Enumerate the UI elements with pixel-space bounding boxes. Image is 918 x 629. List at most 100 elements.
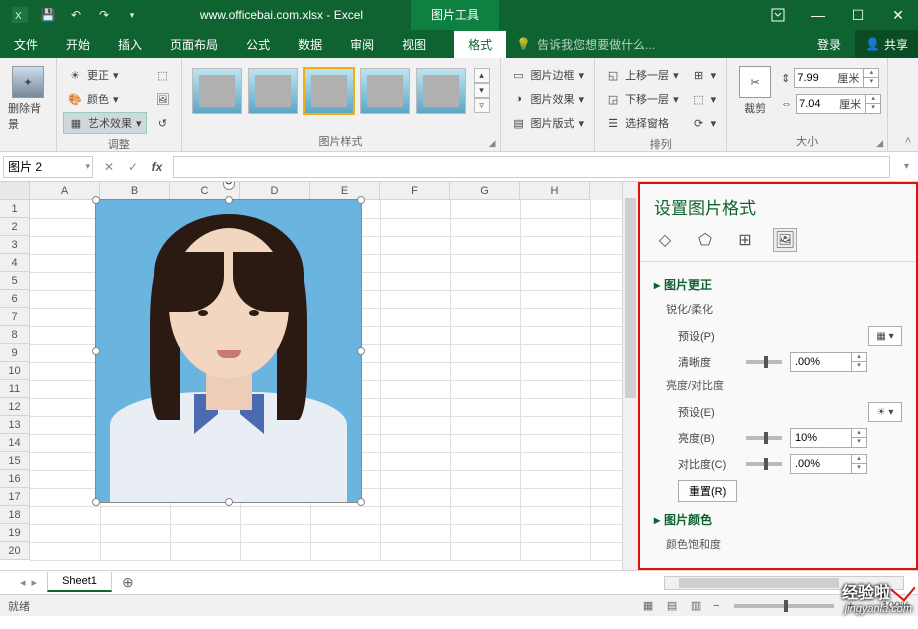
picture-layout-button[interactable]: ▤图片版式 ▾ xyxy=(507,112,589,134)
tab-formulas[interactable]: 公式 xyxy=(232,30,284,58)
add-sheet-button[interactable]: ⊕ xyxy=(112,574,144,591)
tab-format[interactable]: 格式 xyxy=(454,30,506,58)
crop-button[interactable]: ✂ 裁剪 xyxy=(733,64,777,118)
row-header[interactable]: 6 xyxy=(0,290,30,308)
col-H[interactable]: H xyxy=(520,182,590,200)
expand-formula-bar[interactable]: ▾ xyxy=(904,161,918,172)
tell-me[interactable]: 💡 告诉我您想要做什么... xyxy=(506,30,803,58)
restore-button[interactable]: ☐ xyxy=(838,0,878,30)
change-picture-button[interactable]: 🖼 xyxy=(151,88,175,110)
artistic-effects-button[interactable]: ▦艺术效果 ▾ xyxy=(63,112,147,134)
row-header[interactable]: 16 xyxy=(0,470,30,488)
qat-dropdown[interactable]: ▾ xyxy=(120,3,144,27)
row-header[interactable]: 13 xyxy=(0,416,30,434)
gallery-down[interactable]: ▾ xyxy=(474,83,490,98)
tab-file[interactable]: 文件 xyxy=(0,30,52,58)
contrast-slider[interactable] xyxy=(746,462,782,466)
name-box[interactable]: 图片 2▾ xyxy=(3,156,93,178)
fx-button[interactable]: fx xyxy=(145,160,169,174)
align-button[interactable]: ⊞▾ xyxy=(687,64,721,86)
contrast-spinner[interactable]: ▴▾ xyxy=(790,454,867,474)
col-G[interactable]: G xyxy=(450,182,520,200)
compress-button[interactable]: ⬚ xyxy=(151,64,175,86)
vertical-scrollbar[interactable] xyxy=(622,182,638,570)
view-normal-button[interactable]: ▦ xyxy=(637,597,659,615)
minimize-button[interactable]: — xyxy=(798,0,838,30)
row-header[interactable]: 18 xyxy=(0,506,30,524)
row-header[interactable]: 20 xyxy=(0,542,30,560)
zoom-slider[interactable] xyxy=(734,604,834,608)
row-header[interactable]: 3 xyxy=(0,236,30,254)
gallery-more[interactable]: ▿ xyxy=(474,98,490,113)
picture-style-gallery[interactable]: ▴ ▾ ▿ xyxy=(188,64,494,118)
sheet-nav-prev[interactable]: ◂ xyxy=(20,576,26,589)
tab-insert[interactable]: 插入 xyxy=(104,30,156,58)
bring-forward-button[interactable]: ◱上移一层 ▾ xyxy=(601,64,683,86)
col-F[interactable]: F xyxy=(380,182,450,200)
save-button[interactable]: 💾 xyxy=(36,3,60,27)
row-header[interactable]: 8 xyxy=(0,326,30,344)
sharpness-spinner[interactable]: ▴▾ xyxy=(790,352,867,372)
row-header[interactable]: 10 xyxy=(0,362,30,380)
row-header[interactable]: 19 xyxy=(0,524,30,542)
horizontal-scrollbar[interactable] xyxy=(144,576,918,590)
sheet-nav-next[interactable]: ▸ xyxy=(32,576,38,589)
zoom-in-button[interactable]: + xyxy=(842,600,860,612)
corrections-button[interactable]: ☀更正 ▾ xyxy=(63,64,147,86)
brightness-spinner[interactable]: ▴▾ xyxy=(790,428,867,448)
select-all-button[interactable] xyxy=(0,182,30,200)
resize-handle-se[interactable] xyxy=(357,498,365,506)
width-spinner[interactable]: 厘米▴▾ xyxy=(796,94,881,114)
tab-view[interactable]: 视图 xyxy=(388,30,440,58)
view-page-break-button[interactable]: ▥ xyxy=(685,597,707,615)
reset-button[interactable]: 重置(R) xyxy=(678,480,737,502)
selection-pane-button[interactable]: ☰选择窗格 xyxy=(601,112,683,134)
view-page-layout-button[interactable]: ▤ xyxy=(661,597,683,615)
col-B[interactable]: B xyxy=(100,182,170,200)
resize-handle-e[interactable] xyxy=(357,347,365,355)
tab-home[interactable]: 开始 xyxy=(52,30,104,58)
row-header[interactable]: 12 xyxy=(0,398,30,416)
fill-line-icon[interactable]: ◇ xyxy=(654,229,676,251)
row-header[interactable]: 14 xyxy=(0,434,30,452)
row-header[interactable]: 4 xyxy=(0,254,30,272)
preset-p-button[interactable]: ▦ ▾ xyxy=(868,326,902,346)
close-button[interactable]: ✕ xyxy=(878,0,918,30)
tab-page-layout[interactable]: 页面布局 xyxy=(156,30,232,58)
picture-border-button[interactable]: ▭图片边框 ▾ xyxy=(507,64,589,86)
resize-handle-w[interactable] xyxy=(92,347,100,355)
row-header[interactable]: 11 xyxy=(0,380,30,398)
formula-input[interactable] xyxy=(173,156,890,178)
col-D[interactable]: D xyxy=(240,182,310,200)
ribbon-options-button[interactable] xyxy=(758,0,798,30)
row-header[interactable]: 17 xyxy=(0,488,30,506)
brightness-slider[interactable] xyxy=(746,436,782,440)
style-thumb-1[interactable] xyxy=(192,68,242,114)
zoom-level[interactable]: 100% xyxy=(860,600,910,612)
col-A[interactable]: A xyxy=(30,182,100,200)
signin-button[interactable]: 登录 xyxy=(803,30,855,58)
row-header[interactable]: 5 xyxy=(0,272,30,290)
picture-tab-icon[interactable]: 🖼 xyxy=(774,229,796,251)
sharpness-slider[interactable] xyxy=(746,360,782,364)
rotate-button[interactable]: ⟳▾ xyxy=(687,112,721,134)
redo-button[interactable]: ↷ xyxy=(92,3,116,27)
gallery-up[interactable]: ▴ xyxy=(474,68,490,83)
size-launcher[interactable]: ◢ xyxy=(876,138,883,149)
row-header[interactable]: 9 xyxy=(0,344,30,362)
resize-handle-s[interactable] xyxy=(225,498,233,506)
row-header[interactable]: 2 xyxy=(0,218,30,236)
resize-handle-nw[interactable] xyxy=(92,196,100,204)
sheet-tab-sheet1[interactable]: Sheet1 xyxy=(47,572,112,592)
row-header[interactable]: 1 xyxy=(0,200,30,218)
style-thumb-5[interactable] xyxy=(416,68,466,114)
remove-background-button[interactable]: ✦ 删除背景 xyxy=(6,64,50,134)
row-header[interactable]: 7 xyxy=(0,308,30,326)
cancel-formula-button[interactable]: ✕ xyxy=(97,160,121,174)
group-button[interactable]: ⬚▾ xyxy=(687,88,721,110)
tab-data[interactable]: 数据 xyxy=(284,30,336,58)
zoom-out-button[interactable]: − xyxy=(707,600,725,612)
accept-formula-button[interactable]: ✓ xyxy=(121,160,145,174)
share-button[interactable]: 👤 共享 xyxy=(855,30,918,58)
color-button[interactable]: 🎨颜色 ▾ xyxy=(63,88,147,110)
